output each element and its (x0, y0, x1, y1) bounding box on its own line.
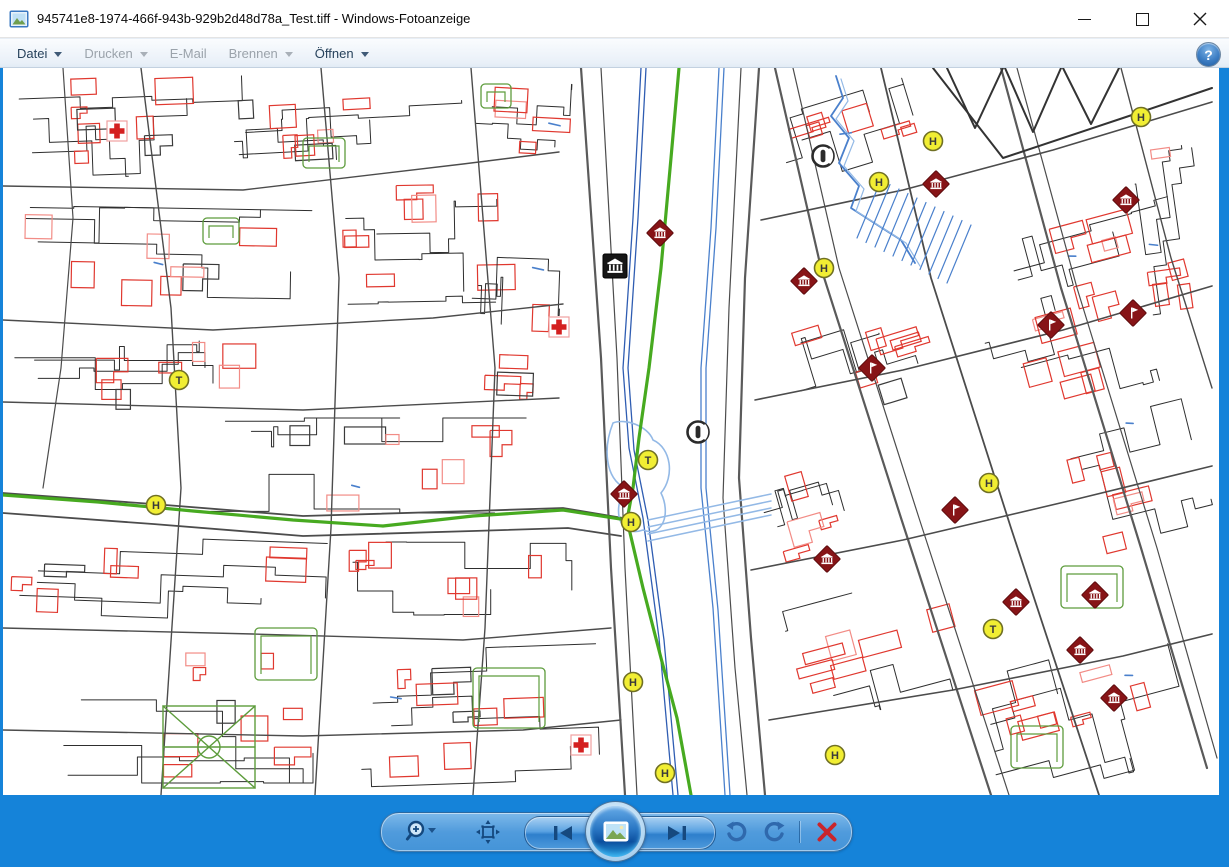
chevron-down-icon (140, 52, 148, 57)
map-marker-stop: T (639, 451, 658, 470)
zoom-button[interactable] (403, 818, 439, 846)
map-marker-red-cross (549, 317, 569, 337)
close-icon (1193, 12, 1207, 26)
svg-text:H: H (152, 500, 160, 512)
map-marker-museum-square (603, 254, 627, 278)
map-image: H H H H H H H H H H T T T (3, 68, 1219, 795)
map-marker-stop: H (1132, 108, 1151, 127)
delete-x-icon (816, 821, 838, 843)
map-marker-stop: H (147, 496, 166, 515)
svg-text:H: H (820, 263, 828, 275)
toolbar-pill (380, 812, 853, 852)
maximize-button[interactable] (1113, 0, 1171, 38)
help-button[interactable]: ? (1196, 42, 1221, 67)
menu-brennen: Brennen (218, 42, 304, 65)
slideshow-icon (590, 806, 641, 857)
menu-drucken: Drucken (73, 42, 158, 65)
window-controls (1055, 0, 1229, 38)
map-marker-stop: T (984, 620, 1003, 639)
close-button[interactable] (1171, 0, 1229, 38)
next-button[interactable] (657, 820, 697, 846)
svg-text:H: H (831, 750, 839, 762)
svg-text:H: H (875, 177, 883, 189)
bottom-toolbar (0, 795, 1229, 867)
svg-text:T: T (990, 624, 997, 636)
menu-datei-label: Datei (17, 46, 47, 61)
minimize-button[interactable] (1055, 0, 1113, 38)
svg-text:H: H (627, 517, 635, 529)
rotate-counterclockwise-button[interactable] (721, 818, 751, 846)
svg-text:T: T (176, 375, 183, 387)
svg-text:T: T (645, 455, 652, 467)
actual-size-icon (475, 819, 501, 845)
svg-text:H: H (929, 136, 937, 148)
svg-text:H: H (661, 768, 669, 780)
viewer-content-area: H H H H H H H H H H T T T (0, 68, 1229, 795)
map-marker-stop: H (826, 746, 845, 765)
map-marker-red-cross (571, 735, 591, 755)
map-marker-stop: H (980, 474, 999, 493)
svg-text:H: H (985, 478, 993, 490)
map-marker-stop: H (624, 673, 643, 692)
next-icon (665, 824, 689, 842)
chevron-down-icon (361, 52, 369, 57)
map-marker-stop: H (870, 173, 889, 192)
previous-icon (551, 824, 575, 842)
rotate-clockwise-button[interactable] (760, 818, 790, 846)
magnifier-plus-icon (404, 819, 438, 845)
delete-button[interactable] (811, 818, 843, 846)
map-marker-station-circle (688, 422, 709, 443)
photo-viewer-icon (9, 10, 29, 28)
rotate-clockwise-icon (763, 820, 787, 844)
map-marker-station-circle (813, 146, 834, 167)
titlebar: 945741e8-1974-466f-943b-929b2d48d78a_Tes… (0, 0, 1229, 38)
map-marker-stop: H (815, 259, 834, 278)
chevron-down-icon (285, 52, 293, 57)
slideshow-button[interactable] (585, 801, 646, 862)
photo-viewer-window: { "window": { "title": "945741e8-1974-46… (0, 0, 1229, 867)
photo-canvas: H H H H H H H H H H T T T (3, 68, 1219, 795)
toolbar-divider (799, 821, 800, 843)
maximize-icon (1136, 13, 1149, 26)
window-title: 945741e8-1974-466f-943b-929b2d48d78a_Tes… (37, 11, 470, 26)
previous-button[interactable] (543, 820, 583, 846)
chevron-down-icon (54, 52, 62, 57)
rotate-counterclockwise-icon (724, 820, 748, 844)
menu-datei[interactable]: Datei (6, 42, 73, 65)
menu-drucken-label: Drucken (84, 46, 132, 61)
map-marker-stop: T (170, 371, 189, 390)
menu-brennen-label: Brennen (229, 46, 278, 61)
svg-text:H: H (1137, 112, 1145, 124)
minimize-icon (1078, 19, 1091, 20)
menu-oeffnen[interactable]: Öffnen (304, 42, 380, 65)
menu-oeffnen-label: Öffnen (315, 46, 354, 61)
help-question-icon: ? (1204, 47, 1213, 63)
map-marker-stop: H (924, 132, 943, 151)
map-marker-stop: H (656, 764, 675, 783)
menu-email: E-Mail (159, 42, 218, 65)
actual-size-button[interactable] (473, 818, 503, 846)
svg-text:H: H (629, 677, 637, 689)
map-marker-red-cross (107, 121, 127, 141)
map-marker-stop: H (622, 513, 641, 532)
menubar: Datei Drucken E-Mail Brennen Öffnen ? (0, 38, 1229, 68)
menu-email-label: E-Mail (170, 46, 207, 61)
